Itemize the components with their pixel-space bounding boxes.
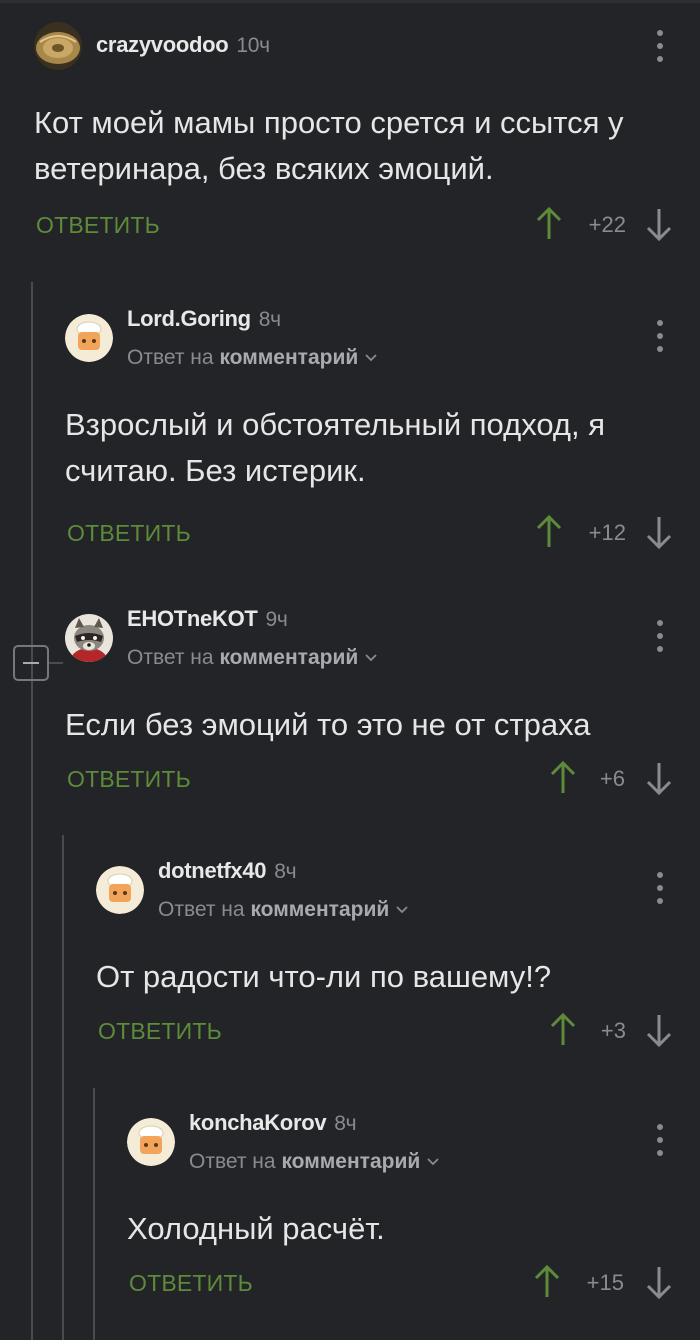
thread-connector [49, 662, 63, 664]
comment-actions: ОТВЕТИТЬ +12 [65, 512, 700, 556]
parent-comment-link[interactable]: комментарий [219, 646, 358, 669]
comment-score: +15 [586, 1270, 624, 1295]
cymbal-avatar[interactable] [34, 22, 82, 70]
collapse-thread-button[interactable] [13, 645, 49, 681]
comment-header: konchaKorov 8ч Ответ на комментарий [127, 1110, 700, 1190]
comment-header: EHOTneKOT 9ч Ответ на комментарий [65, 606, 700, 686]
comment: konchaKorov 8ч Ответ на комментарий Холод… [127, 1110, 700, 1306]
comment-time: 9ч [265, 608, 288, 631]
chef-avatar[interactable] [65, 314, 113, 362]
reply-to-link[interactable]: Ответ на комментарий [127, 646, 378, 670]
chef-avatar[interactable] [127, 1118, 175, 1166]
more-options-icon[interactable] [656, 30, 664, 62]
comment-author[interactable]: dotnetfx40 8ч [158, 858, 297, 884]
comment: Lord.Goring 8ч Ответ на комментарий Взрос… [65, 306, 700, 556]
comment-time: 10ч [236, 34, 270, 57]
comment-author[interactable]: crazyvoodoo 10ч [96, 32, 270, 58]
comment-score: +12 [588, 520, 626, 545]
chevron-down-icon[interactable] [426, 1157, 440, 1167]
reply-button[interactable]: ОТВЕТИТЬ [98, 1018, 222, 1045]
comment-actions: ОТВЕТИТЬ +6 [65, 758, 700, 802]
comment-author[interactable]: Lord.Goring 8ч [127, 306, 281, 332]
reply-button[interactable]: ОТВЕТИТЬ [129, 1270, 253, 1297]
comment: EHOTneKOT 9ч Ответ на комментарий Если бе… [65, 606, 700, 802]
author-name[interactable]: EHOTneKOT [127, 606, 258, 631]
reply-prefix: Ответ на [127, 646, 214, 669]
comment-time: 8ч [274, 860, 297, 883]
more-options-icon[interactable] [656, 320, 664, 352]
comment-time: 8ч [258, 308, 281, 331]
downvote-arrow-icon[interactable] [646, 206, 672, 242]
comment-time: 8ч [334, 1112, 357, 1135]
upvote-arrow-icon[interactable] [536, 514, 562, 550]
reply-button[interactable]: ОТВЕТИТЬ [36, 212, 160, 239]
parent-comment-link[interactable]: комментарий [281, 1150, 420, 1173]
thread-line [62, 835, 64, 1340]
comment-text: Кот моей мамы просто срется и ссытся у в… [34, 105, 624, 186]
comment-author[interactable]: konchaKorov 8ч [189, 1110, 357, 1136]
downvote-arrow-icon[interactable] [646, 1012, 672, 1048]
reply-button[interactable]: ОТВЕТИТЬ [67, 520, 191, 547]
comment-score: +3 [600, 1018, 626, 1043]
reply-button[interactable]: ОТВЕТИТЬ [67, 766, 191, 793]
author-name[interactable]: dotnetfx40 [158, 858, 267, 883]
reply-prefix: Ответ на [189, 1150, 276, 1173]
thread-line [31, 282, 33, 1340]
more-options-icon[interactable] [656, 1124, 664, 1156]
reply-to-link[interactable]: Ответ на комментарий [158, 898, 409, 922]
author-name[interactable]: konchaKorov [189, 1110, 327, 1135]
comment-actions: ОТВЕТИТЬ +3 [96, 1010, 700, 1054]
comment: dotnetfx40 8ч Ответ на комментарий От рад… [96, 858, 700, 1054]
comment-actions: ОТВЕТИТЬ +15 [127, 1262, 700, 1306]
top-divider [0, 0, 700, 3]
reply-prefix: Ответ на [127, 346, 214, 369]
comment-score: +22 [588, 212, 626, 237]
parent-comment-link[interactable]: комментарий [250, 898, 389, 921]
comment-actions: ОТВЕТИТЬ +22 [34, 204, 700, 248]
raccoon-avatar[interactable] [65, 614, 113, 662]
comment-text: Холодный расчёт. [127, 1211, 385, 1246]
comment-text: Если без эмоций то это не от страха [65, 707, 591, 742]
comment-header: crazyvoodoo 10ч [34, 22, 700, 82]
chevron-down-icon[interactable] [364, 353, 378, 363]
downvote-arrow-icon[interactable] [646, 1264, 672, 1300]
comment-score: +6 [599, 766, 625, 791]
parent-comment-link[interactable]: комментарий [219, 346, 358, 369]
downvote-arrow-icon[interactable] [646, 760, 672, 796]
downvote-arrow-icon[interactable] [646, 514, 672, 550]
reply-prefix: Ответ на [158, 898, 245, 921]
comment-text: От радости что-ли по вашему!? [96, 959, 552, 994]
author-name[interactable]: crazyvoodoo [96, 32, 229, 57]
comment: crazyvoodoo 10ч Кот моей мамы просто срет… [34, 22, 700, 248]
author-name[interactable]: Lord.Goring [127, 306, 251, 331]
comment-author[interactable]: EHOTneKOT 9ч [127, 606, 288, 632]
reply-to-link[interactable]: Ответ на комментарий [189, 1150, 440, 1174]
chevron-down-icon[interactable] [395, 905, 409, 915]
chevron-down-icon[interactable] [364, 653, 378, 663]
more-options-icon[interactable] [656, 620, 664, 652]
comment-header: dotnetfx40 8ч Ответ на комментарий [96, 858, 700, 938]
reply-to-link[interactable]: Ответ на комментарий [127, 346, 378, 370]
upvote-arrow-icon[interactable] [534, 1264, 560, 1300]
upvote-arrow-icon[interactable] [536, 206, 562, 242]
thread-line [93, 1088, 95, 1340]
chef-avatar[interactable] [96, 866, 144, 914]
more-options-icon[interactable] [656, 872, 664, 904]
comment-header: Lord.Goring 8ч Ответ на комментарий [65, 306, 700, 386]
comment-text: Взрослый и обстоятельный подход, я счита… [65, 407, 606, 488]
